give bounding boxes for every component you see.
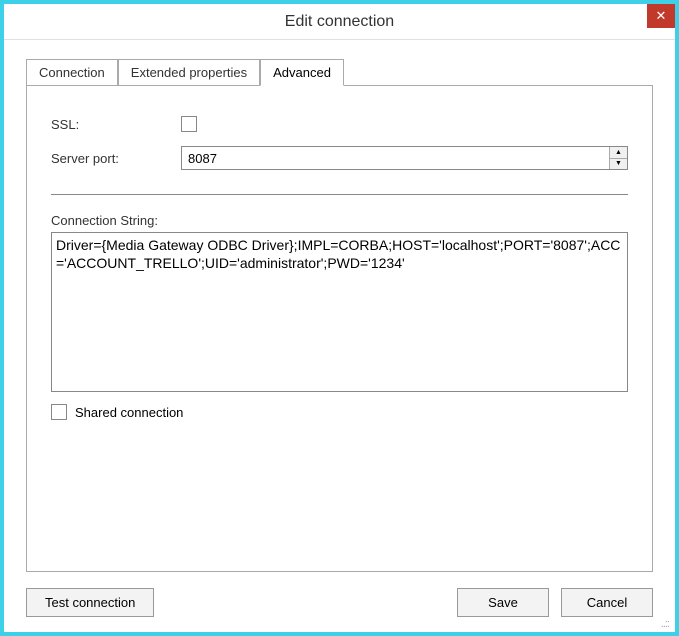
chevron-down-icon: ▼: [615, 160, 622, 167]
shared-connection-checkbox[interactable]: [51, 404, 67, 420]
test-connection-button[interactable]: Test connection: [26, 588, 154, 617]
tab-extended-properties[interactable]: Extended properties: [118, 59, 260, 86]
save-button[interactable]: Save: [457, 588, 549, 617]
shared-connection-label: Shared connection: [75, 405, 183, 420]
dialog-footer: Test connection Save Cancel: [4, 582, 675, 619]
server-port-row: Server port: ▲ ▼: [51, 146, 628, 170]
server-port-label: Server port:: [51, 151, 181, 166]
content-area: Connection Extended properties Advanced …: [4, 40, 675, 582]
server-port-down-button[interactable]: ▼: [610, 159, 627, 170]
tab-connection[interactable]: Connection: [26, 59, 118, 86]
ssl-row: SSL:: [51, 116, 628, 132]
tab-strip: Connection Extended properties Advanced: [26, 58, 653, 85]
connection-string-label: Connection String:: [51, 213, 628, 228]
server-port-input[interactable]: [182, 147, 609, 169]
connection-string-textarea[interactable]: [51, 232, 628, 392]
cancel-button[interactable]: Cancel: [561, 588, 653, 617]
tab-advanced[interactable]: Advanced: [260, 59, 344, 86]
divider: [51, 194, 628, 195]
tab-panel-advanced: SSL: Server port: ▲ ▼ Connection String:: [26, 85, 653, 572]
ssl-checkbox[interactable]: [181, 116, 197, 132]
close-button[interactable]: ✕: [647, 4, 675, 28]
window-title: Edit connection: [285, 13, 394, 31]
edit-connection-dialog: Edit connection ✕ Connection Extended pr…: [0, 0, 679, 636]
server-port-up-button[interactable]: ▲: [610, 147, 627, 159]
chevron-up-icon: ▲: [615, 149, 622, 156]
spinner-buttons: ▲ ▼: [609, 147, 627, 169]
server-port-spinner: ▲ ▼: [181, 146, 628, 170]
close-icon: ✕: [656, 8, 667, 24]
resize-grip-icon[interactable]: ..::: [4, 619, 675, 632]
titlebar: Edit connection ✕: [4, 4, 675, 40]
shared-connection-row: Shared connection: [51, 404, 628, 420]
ssl-label: SSL:: [51, 117, 181, 132]
